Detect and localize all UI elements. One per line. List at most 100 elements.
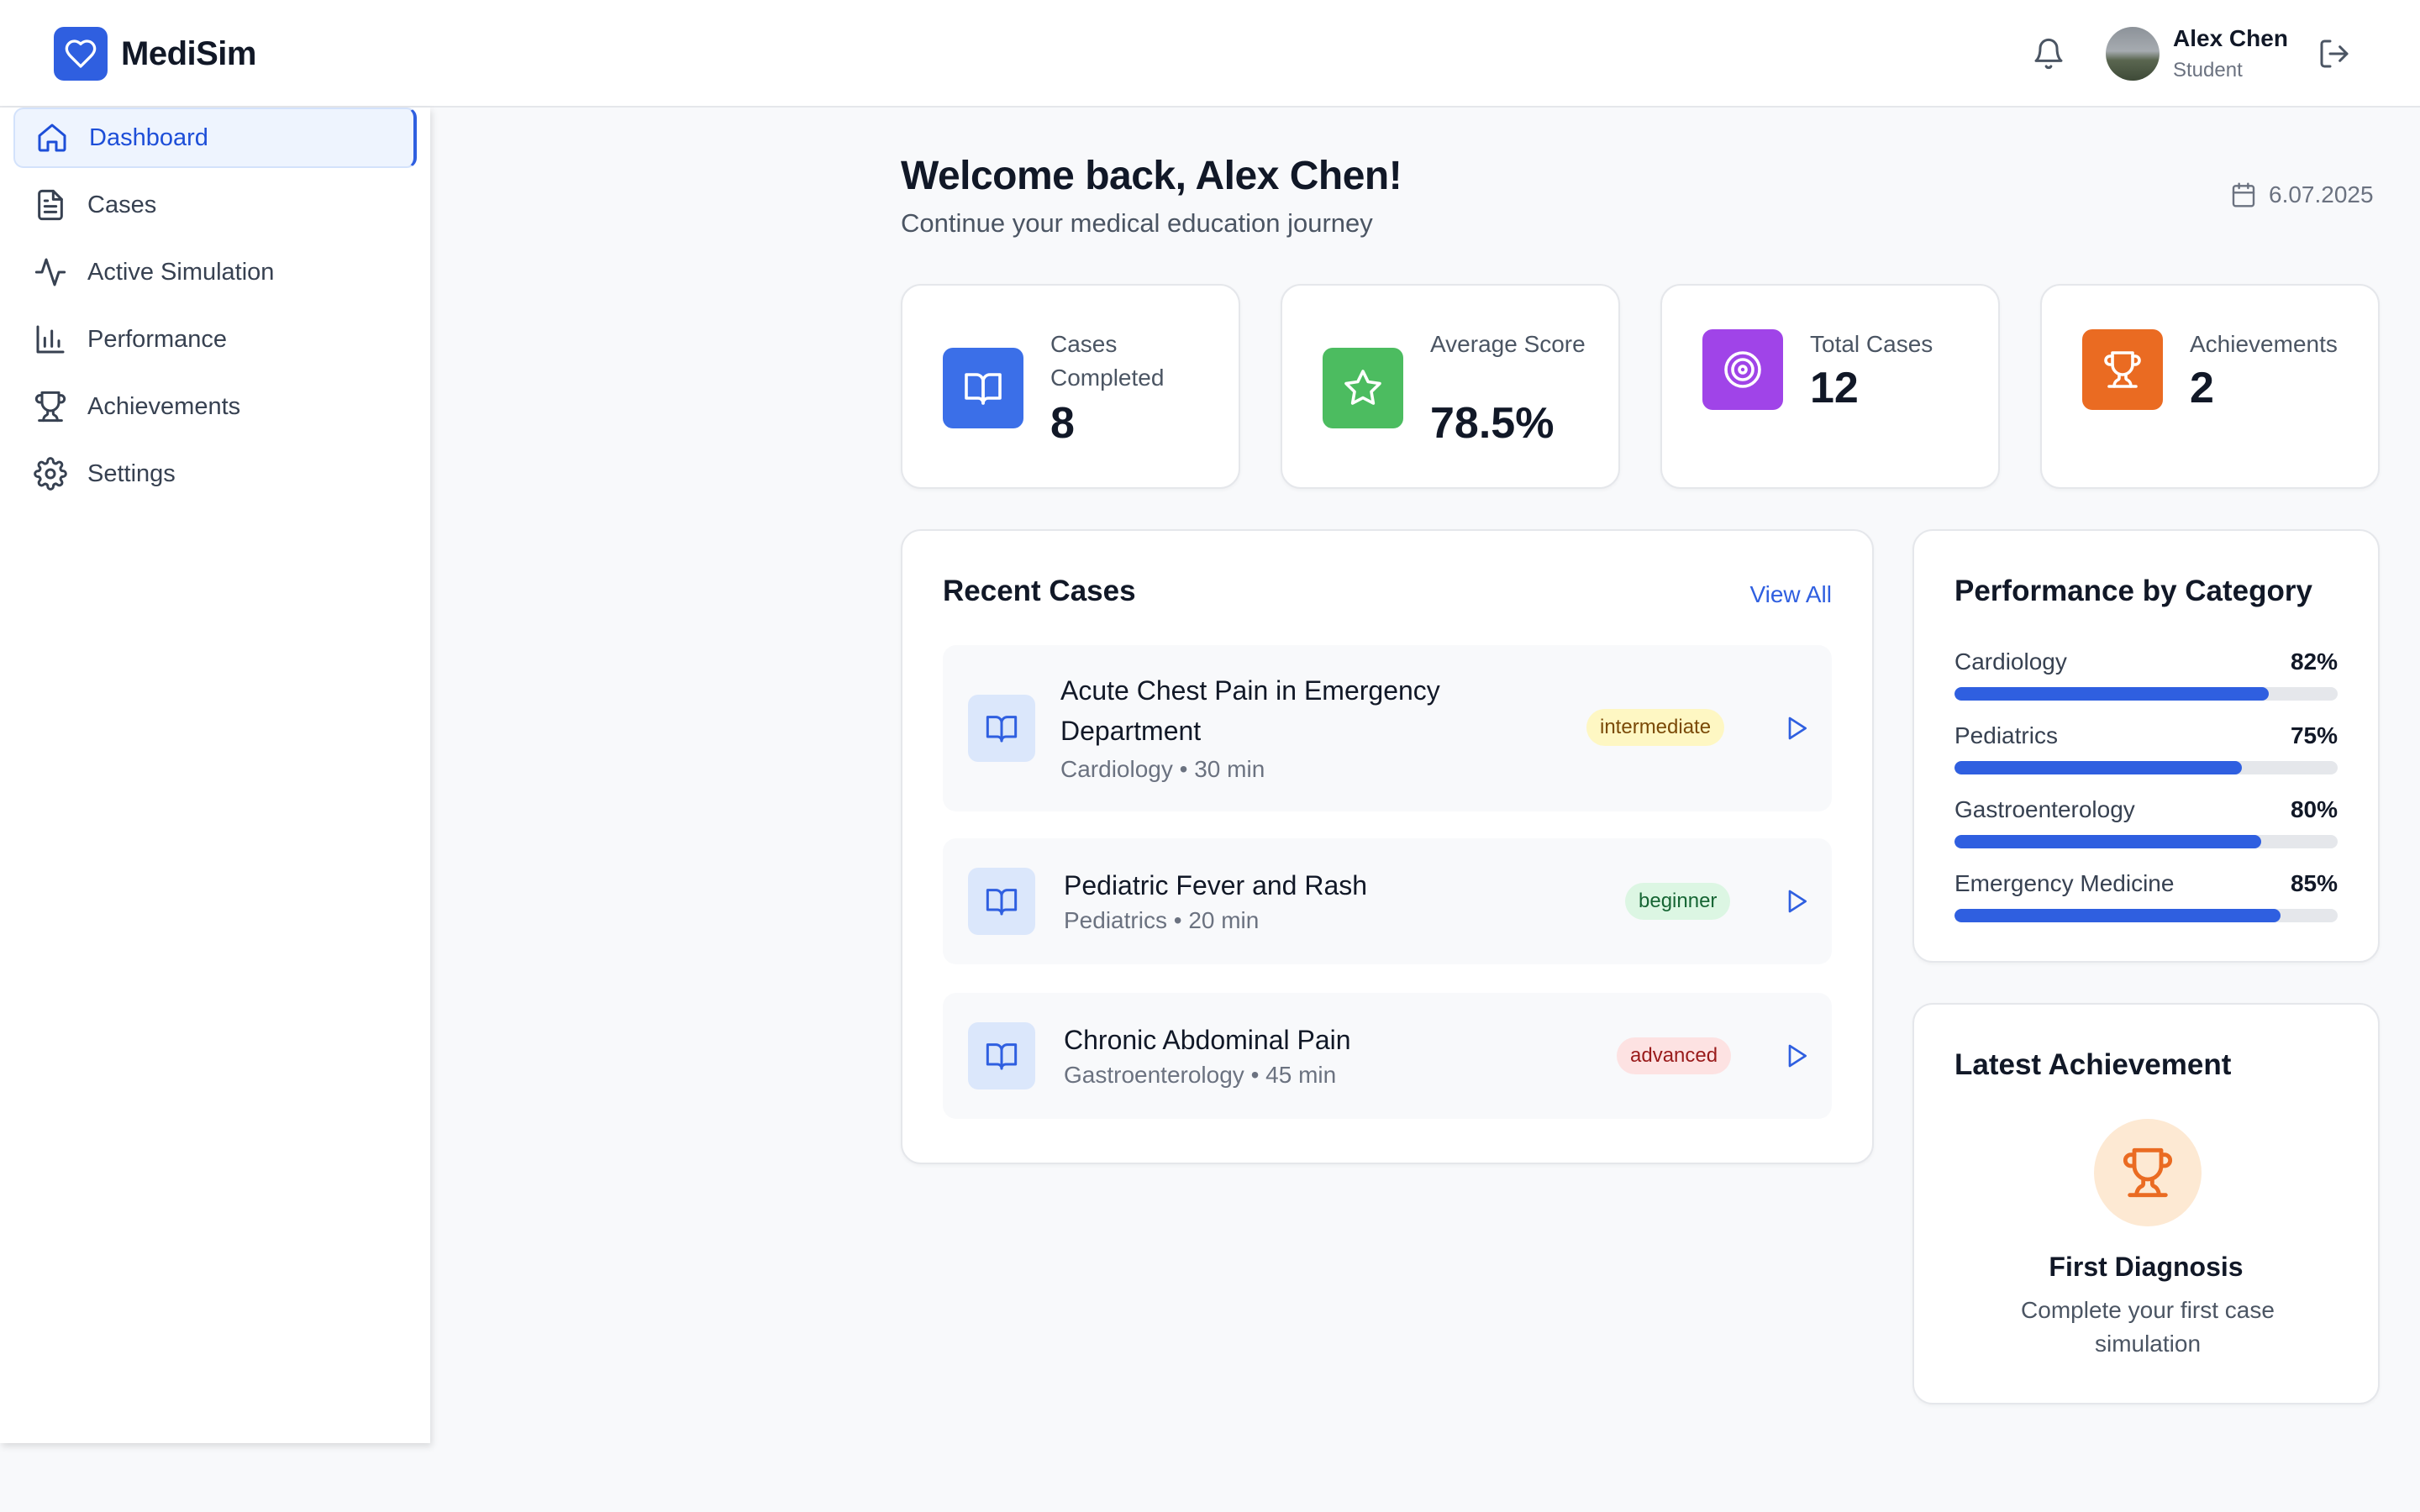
difficulty-badge: advanced [1617, 1037, 1732, 1074]
case-duration: 45 min [1265, 1062, 1337, 1088]
book-icon [968, 695, 1035, 762]
gear-icon [34, 457, 67, 491]
case-category: Pediatrics [1064, 907, 1167, 933]
stat-label: Average Score [1430, 331, 1586, 357]
performance-row: Emergency Medicine 85% [1954, 870, 2338, 922]
performance-row: Gastroenterology 80% [1954, 796, 2338, 848]
stat-value: 12 [1810, 364, 1859, 412]
stat-value: 8 [1050, 399, 1075, 448]
sidebar-item-label: Dashboard [89, 123, 208, 151]
case-category: Gastroenterology [1064, 1062, 1244, 1088]
latest-achievement-title: Latest Achievement [1954, 1048, 2232, 1081]
case-meta: Cardiology • 30 min [1060, 756, 1265, 783]
sidebar-item-achievements[interactable]: Achievements [13, 376, 417, 437]
stat-card-cases-completed: Cases Completed 8 [901, 284, 1240, 489]
play-icon[interactable] [1783, 715, 1810, 742]
trophy-icon [34, 390, 67, 423]
sidebar-item-label: Achievements [87, 392, 241, 420]
case-row[interactable]: Acute Chest Pain in Emergency Department… [943, 645, 1832, 811]
play-icon[interactable] [1783, 1042, 1810, 1069]
sidebar: Dashboard Cases Active Simulation Perfor… [0, 108, 430, 1443]
progress-track [1954, 761, 2338, 774]
achievement-name: First Diagnosis [2049, 1252, 2244, 1282]
book-icon [968, 868, 1035, 935]
case-row[interactable]: Chronic Abdominal Pain Gastroenterology … [943, 993, 1832, 1119]
stat-value: 78.5% [1430, 399, 1555, 448]
star-icon [1323, 348, 1403, 428]
performance-panel: Performance by Category Cardiology 82% P… [1912, 529, 2380, 963]
performance-title: Performance by Category [1954, 575, 2312, 607]
sidebar-item-performance[interactable]: Performance [13, 309, 417, 370]
progress-fill [1954, 687, 2269, 701]
stat-label: Total Cases [1810, 331, 1933, 357]
calendar-icon [2230, 181, 2257, 208]
performance-row: Cardiology 82% [1954, 648, 2338, 701]
app-logo[interactable]: MediSim [54, 27, 256, 81]
difficulty-badge: beginner [1625, 883, 1731, 920]
category-name: Pediatrics [1954, 722, 2058, 748]
stat-value: 2 [2190, 364, 2214, 412]
activity-icon [34, 255, 67, 289]
stat-label: Cases Completed [1050, 331, 1165, 391]
sidebar-item-active-simulation[interactable]: Active Simulation [13, 242, 417, 302]
sidebar-item-label: Performance [87, 325, 228, 353]
stat-card-achievements: Achievements 2 [2040, 284, 2380, 489]
sidebar-item-label: Settings [87, 459, 176, 487]
heart-icon [54, 27, 108, 81]
top-header: MediSim Alex Chen Student [0, 0, 2420, 108]
progress-fill [1954, 761, 2242, 774]
book-icon [943, 348, 1023, 428]
logout-icon[interactable] [2317, 37, 2351, 71]
case-row[interactable]: Pediatric Fever and Rash Pediatrics • 20… [943, 838, 1832, 964]
category-percent: 82% [2290, 648, 2338, 675]
app-name: MediSim [121, 34, 256, 72]
latest-achievement-panel: Latest Achievement First Diagnosis Compl… [1912, 1003, 2380, 1404]
sidebar-item-dashboard[interactable]: Dashboard [13, 108, 417, 168]
category-percent: 75% [2290, 722, 2338, 748]
stat-label: Achievements [2190, 331, 2338, 357]
progress-fill [1954, 909, 2281, 922]
sidebar-item-label: Active Simulation [87, 258, 275, 286]
case-title: Chronic Abdominal Pain [1064, 1025, 1351, 1055]
view-all-link[interactable]: View All [1749, 581, 1832, 608]
meta-separator: • [1173, 907, 1189, 933]
document-icon [34, 188, 67, 222]
performance-row: Pediatrics 75% [1954, 722, 2338, 774]
progress-fill [1954, 835, 2261, 848]
target-icon [1702, 329, 1783, 410]
category-name: Gastroenterology [1954, 796, 2135, 822]
recent-cases-panel: Recent Cases View All Acute Chest Pain i… [901, 529, 1874, 1164]
stat-card-total-cases: Total Cases 12 [1660, 284, 2000, 489]
user-role: Student [2173, 59, 2243, 81]
progress-track [1954, 687, 2338, 701]
sidebar-item-label: Cases [87, 191, 157, 218]
category-name: Cardiology [1954, 648, 2067, 675]
date-text: 6.07.2025 [2269, 181, 2374, 207]
current-date: 6.07.2025 [2230, 181, 2374, 208]
meta-separator: • [1250, 1062, 1266, 1088]
page-title: Welcome back, Alex Chen! [901, 154, 1402, 198]
avatar[interactable] [2106, 27, 2160, 81]
case-title: Pediatric Fever and Rash [1064, 870, 1368, 900]
case-meta: Gastroenterology • 45 min [1064, 1062, 1336, 1089]
book-icon [968, 1022, 1035, 1089]
case-meta: Pediatrics • 20 min [1064, 907, 1259, 934]
trophy-icon [2082, 329, 2163, 410]
sidebar-item-cases[interactable]: Cases [13, 175, 417, 235]
progress-track [1954, 909, 2338, 922]
home-icon [35, 121, 69, 155]
page-subtitle: Continue your medical education journey [901, 208, 1373, 238]
progress-track [1954, 835, 2338, 848]
user-name: Alex Chen [2173, 25, 2288, 51]
category-percent: 85% [2290, 870, 2338, 896]
recent-cases-title: Recent Cases [943, 575, 1136, 607]
case-title: Acute Chest Pain in Emergency Department [1060, 675, 1440, 746]
sidebar-item-settings[interactable]: Settings [13, 444, 417, 504]
achievement-description: Complete your first case simulation [2021, 1297, 2275, 1357]
play-icon[interactable] [1783, 888, 1810, 915]
bell-icon[interactable] [2032, 37, 2065, 71]
category-name: Emergency Medicine [1954, 870, 2175, 896]
case-duration: 30 min [1194, 756, 1265, 782]
case-duration: 20 min [1188, 907, 1260, 933]
case-category: Cardiology [1060, 756, 1173, 782]
